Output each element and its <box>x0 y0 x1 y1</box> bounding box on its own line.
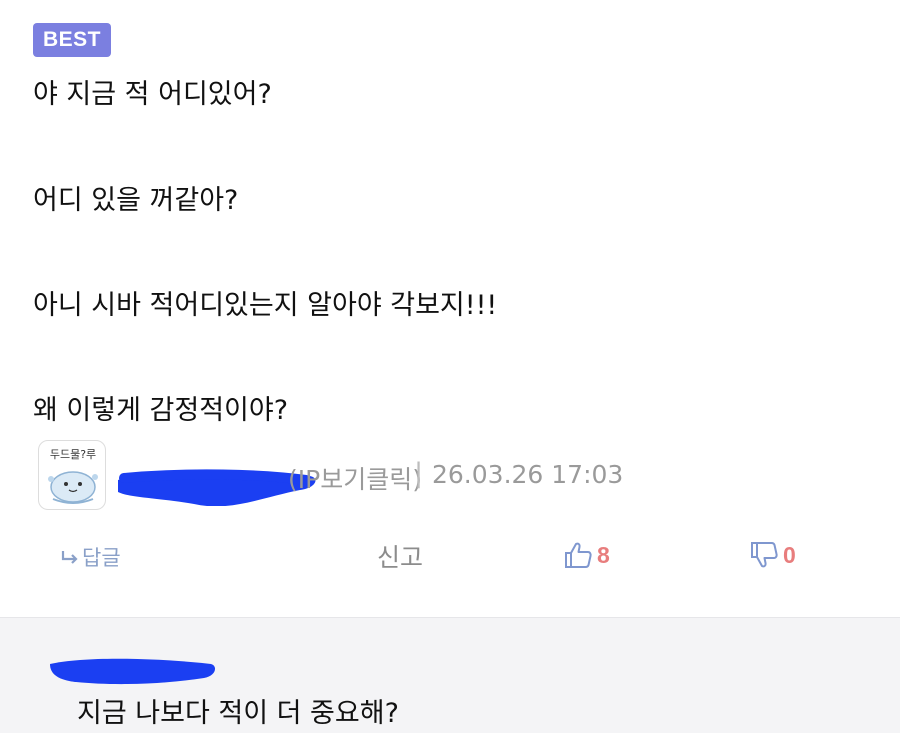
post-line-3: 아니 시바 적어디있는지 알아야 각보지!!! <box>33 290 498 321</box>
reply-comment: 지금 나보다 적이 더 중요해? <box>0 617 900 733</box>
comment-meta: 두드물?루 (IP보기클릭) | 26.03.26 17:03 <box>38 440 738 512</box>
avatar[interactable]: 두드물?루 <box>38 440 106 510</box>
thumbs-down-icon <box>751 542 778 568</box>
avatar-text: 두드물?루 <box>50 448 96 461</box>
reply-arrow-icon <box>61 551 78 564</box>
like-button[interactable]: 8 <box>563 540 610 570</box>
post-line-1: 야 지금 적 어디있어? <box>33 79 272 110</box>
report-button[interactable]: 신고 <box>377 538 423 574</box>
post-line-4: 왜 이렇게 감정적이야? <box>33 395 289 426</box>
avatar-image: 두드물?루 <box>48 448 98 504</box>
reply-label: 답글 <box>82 546 121 570</box>
redacted-reply-author <box>50 658 216 685</box>
best-badge: BEST <box>33 23 111 57</box>
dislike-button[interactable]: 0 <box>749 540 796 570</box>
dislike-count: 0 <box>783 541 796 568</box>
reply-button[interactable]: 답글 <box>60 542 121 572</box>
comment-date: 26.03.26 17:03 <box>432 460 624 489</box>
like-count: 8 <box>597 541 610 568</box>
reply-text: 지금 나보다 적이 더 중요해? <box>77 698 399 729</box>
ip-link[interactable]: (IP보기클릭) <box>288 460 422 496</box>
post-line-2: 어디 있을 꺼같아? <box>33 185 239 216</box>
thumbs-up-icon <box>565 542 592 568</box>
meta-separator: | <box>414 458 424 489</box>
